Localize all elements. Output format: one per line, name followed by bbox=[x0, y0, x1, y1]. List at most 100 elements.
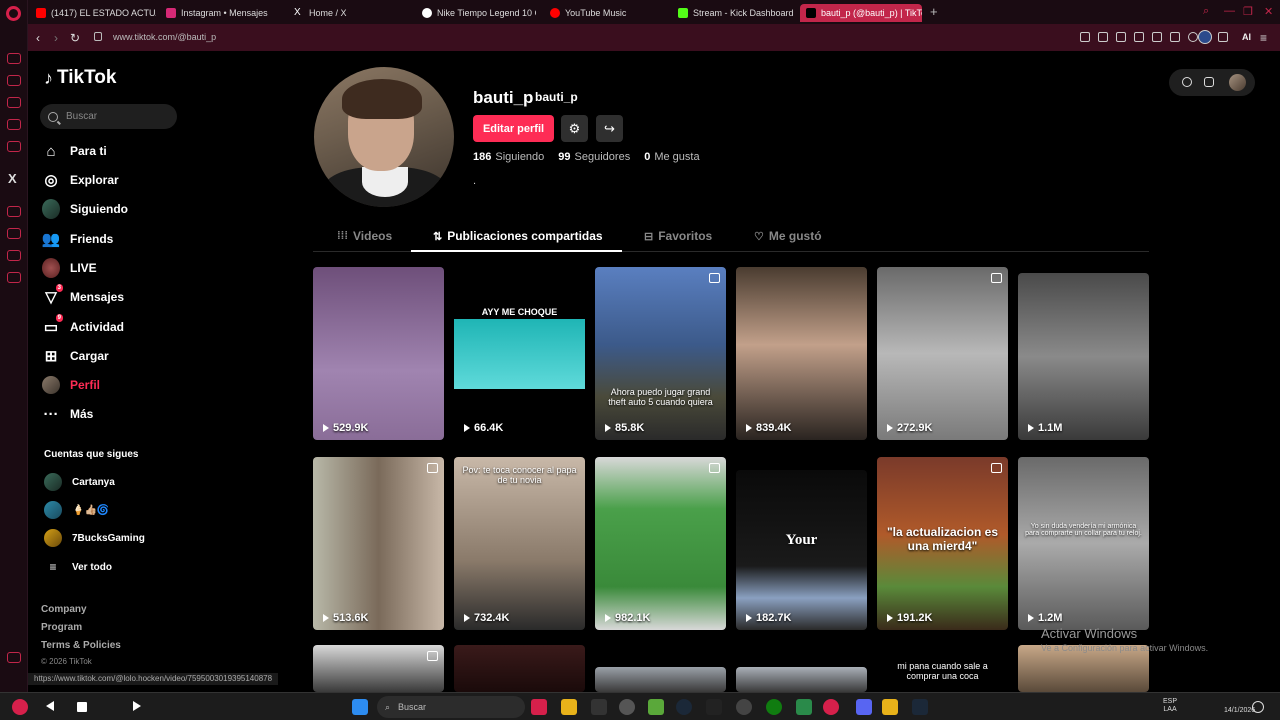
sidebar-app-icon[interactable] bbox=[7, 53, 21, 64]
extension-icon[interactable] bbox=[1080, 32, 1090, 42]
taskbar-search[interactable]: ⌕ Buscar bbox=[377, 696, 525, 718]
browser-tab-active[interactable]: bauti_p (@bauti_p) | TikTok bbox=[800, 4, 922, 22]
nav-item-explorar[interactable]: ◎ Explorar bbox=[42, 169, 118, 191]
search-input[interactable] bbox=[66, 111, 166, 122]
video-tile[interactable] bbox=[595, 667, 726, 692]
tab-favorites[interactable]: ⊟ Favoritos bbox=[644, 229, 712, 243]
app-icon[interactable] bbox=[882, 699, 898, 715]
video-tile[interactable]: Your 182.7K bbox=[736, 470, 867, 630]
video-tile[interactable]: 839.4K bbox=[736, 267, 867, 440]
stat-following[interactable]: 186 Siguiendo bbox=[473, 151, 544, 163]
video-tile[interactable] bbox=[454, 645, 585, 692]
nav-item-friends[interactable]: 👥 Friends bbox=[42, 228, 114, 250]
video-tile[interactable]: mi pana cuando sale a comprar una coca bbox=[877, 657, 1008, 692]
profile-avatar[interactable] bbox=[314, 67, 454, 207]
tab-reposts[interactable]: ⇅ Publicaciones compartidas bbox=[433, 229, 603, 243]
stat-followers[interactable]: 99 Seguidores bbox=[558, 151, 630, 163]
nav-item-siguiendo[interactable]: Siguiendo bbox=[42, 198, 128, 220]
sidebar-app-icon[interactable] bbox=[7, 206, 21, 217]
video-tile[interactable]: 513.6K bbox=[313, 457, 444, 630]
video-tile[interactable]: Yo sin duda vendería mi armónica para co… bbox=[1018, 457, 1149, 630]
device-icon[interactable] bbox=[1204, 77, 1214, 87]
sidebar-app-icon[interactable] bbox=[7, 250, 21, 261]
notifications-icon[interactable] bbox=[1252, 701, 1264, 713]
sidebar-app-icon[interactable] bbox=[7, 97, 21, 108]
footer-link-company[interactable]: Company bbox=[41, 604, 87, 615]
forward-icon[interactable]: › bbox=[54, 31, 58, 45]
back-icon[interactable]: ‹ bbox=[36, 31, 40, 45]
xbox-icon[interactable] bbox=[766, 699, 782, 715]
reload-icon[interactable]: ↻ bbox=[70, 31, 80, 45]
app-icon[interactable] bbox=[531, 699, 547, 715]
sidebar-app-icon[interactable] bbox=[7, 272, 21, 283]
weather-icon[interactable] bbox=[12, 699, 28, 715]
folder-icon[interactable] bbox=[561, 699, 577, 715]
share-button[interactable]: ↪ bbox=[596, 115, 623, 142]
extension-icon[interactable] bbox=[1134, 32, 1144, 42]
browser-tab[interactable]: X Home / X bbox=[294, 4, 414, 22]
video-tile[interactable]: Pov: te toca conocer al papa de tu novia… bbox=[454, 457, 585, 630]
settings-button[interactable]: ⚙ bbox=[561, 115, 588, 142]
browser-tab[interactable]: Nike Tiempo Legend 10 C bbox=[422, 4, 536, 22]
extension-icon[interactable] bbox=[1152, 32, 1162, 42]
nav-item-mas[interactable]: ··· Más bbox=[42, 403, 94, 425]
maximize-icon[interactable]: ❐ bbox=[1243, 5, 1253, 18]
opera-logo-icon[interactable] bbox=[6, 6, 21, 21]
coins-icon[interactable] bbox=[1182, 77, 1192, 87]
video-tile[interactable]: 1.1M bbox=[1018, 273, 1149, 440]
sidebar-app-icon[interactable] bbox=[7, 228, 21, 239]
tab-videos[interactable]: ⁞⁞⁞ Videos bbox=[337, 229, 392, 243]
extension-icon[interactable] bbox=[1116, 32, 1126, 42]
sidebar-app-icon[interactable] bbox=[7, 75, 21, 86]
video-tile[interactable]: AYY ME CHOQUE 66.4K bbox=[454, 267, 585, 440]
sidebar-app-icon[interactable] bbox=[7, 652, 21, 663]
clock-date[interactable]: 14/1/2026 bbox=[1224, 707, 1255, 715]
ai-button[interactable]: AI bbox=[1242, 32, 1251, 42]
browser-tab[interactable]: YouTube Music bbox=[550, 4, 670, 22]
epic-games-icon[interactable] bbox=[591, 699, 607, 715]
nav-item-live[interactable]: LIVE bbox=[42, 257, 97, 279]
video-tile[interactable]: "la actualizacion es una mierd4" 191.2K bbox=[877, 457, 1008, 630]
avatar[interactable] bbox=[1229, 74, 1246, 91]
video-tile[interactable] bbox=[313, 645, 444, 692]
video-tile[interactable]: 272.9K bbox=[877, 267, 1008, 440]
following-account[interactable]: 🍦👍🏼🌀 bbox=[44, 500, 109, 520]
video-tile[interactable] bbox=[736, 667, 867, 692]
app-icon[interactable] bbox=[796, 699, 812, 715]
previous-icon[interactable] bbox=[46, 701, 54, 711]
heart-icon[interactable] bbox=[1188, 32, 1198, 42]
sidebar-app-icon[interactable] bbox=[7, 141, 21, 152]
profile-icon[interactable] bbox=[1198, 30, 1212, 44]
download-icon[interactable] bbox=[1218, 32, 1228, 42]
x-app-icon[interactable]: X bbox=[8, 171, 17, 186]
steam-icon[interactable] bbox=[676, 699, 692, 715]
opera-icon[interactable] bbox=[823, 699, 839, 715]
following-account[interactable]: Cartanya bbox=[44, 472, 115, 492]
search-box[interactable] bbox=[40, 104, 177, 129]
footer-link-terms[interactable]: Terms & Policies bbox=[41, 640, 121, 651]
minimize-icon[interactable]: — bbox=[1224, 5, 1235, 17]
new-tab-button[interactable]: + bbox=[930, 4, 938, 19]
video-tile[interactable]: Ahora puedo jugar grand theft auto 5 cua… bbox=[595, 267, 726, 440]
video-tile[interactable]: 529.9K bbox=[313, 267, 444, 440]
nav-item-para-ti[interactable]: ⌂ Para ti bbox=[42, 140, 106, 162]
browser-tab[interactable]: Stream - Kick Dashboard bbox=[678, 4, 808, 22]
app-icon[interactable] bbox=[736, 699, 752, 715]
pause-icon[interactable] bbox=[77, 702, 87, 712]
browser-tab[interactable]: Instagram • Mensajes bbox=[166, 4, 286, 22]
sidebar-app-icon[interactable] bbox=[7, 119, 21, 130]
menu-icon[interactable]: ≡ bbox=[1260, 31, 1267, 45]
nav-item-perfil[interactable]: Perfil bbox=[42, 374, 100, 396]
edit-profile-button[interactable]: Editar perfil bbox=[473, 115, 554, 142]
tiktok-logo[interactable]: ♪ TikTok bbox=[44, 67, 116, 89]
extension-icon[interactable] bbox=[1170, 32, 1180, 42]
footer-link-program[interactable]: Program bbox=[41, 622, 82, 633]
see-all-link[interactable]: ≡ Ver todo bbox=[44, 557, 112, 577]
nav-item-mensajes[interactable]: ▽ 3 Mensajes bbox=[42, 284, 124, 308]
close-icon[interactable]: ✕ bbox=[1264, 5, 1273, 18]
url-field[interactable]: www.tiktok.com/@bauti_p bbox=[113, 32, 216, 42]
nav-item-cargar[interactable]: ⊞ Cargar bbox=[42, 345, 109, 367]
steam-icon[interactable] bbox=[912, 699, 928, 715]
tab-liked[interactable]: ♡ Me gustó bbox=[754, 229, 822, 243]
following-account[interactable]: 7BucksGaming bbox=[44, 528, 145, 548]
